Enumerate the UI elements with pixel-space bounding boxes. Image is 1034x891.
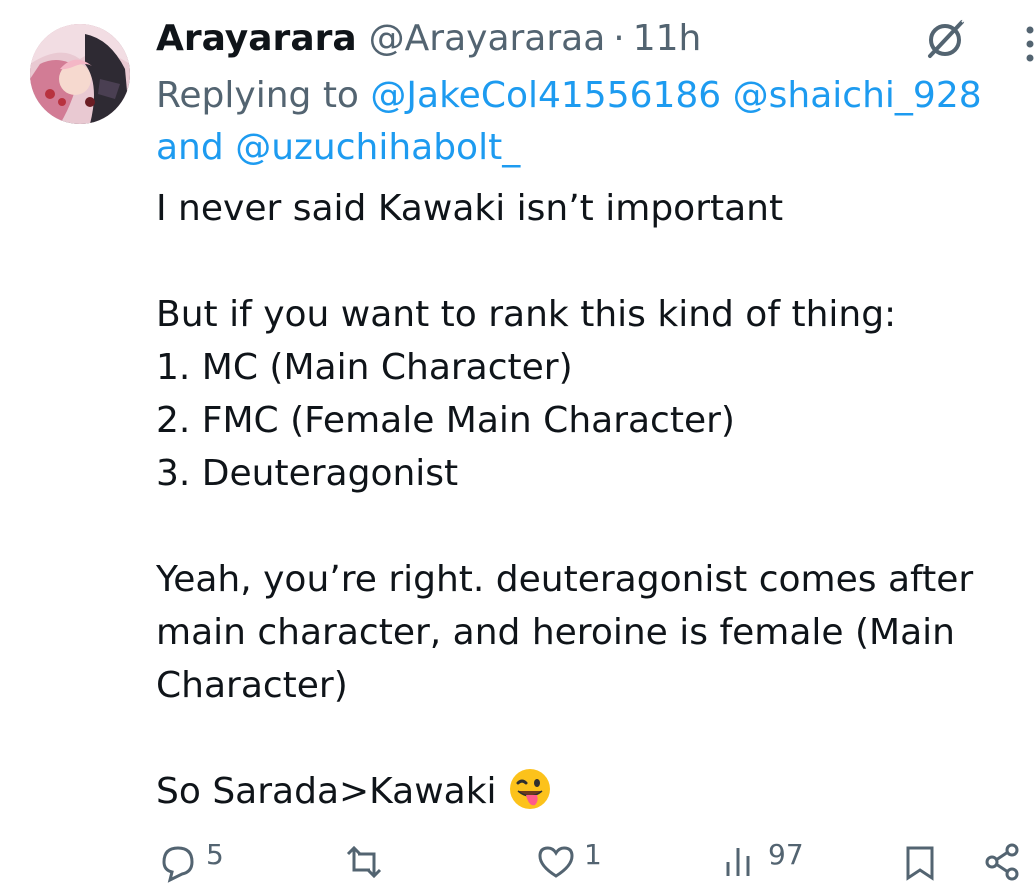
tweet-line: Yeah, you’re right. deuteragonist comes … (156, 559, 985, 706)
reply-button[interactable]: 5 (156, 840, 224, 891)
mention-link[interactable]: @shaichi_928 (733, 75, 982, 116)
tweet-line: 1. MC (Main Character) (156, 347, 573, 388)
avatar[interactable] (30, 24, 130, 124)
repost-icon (342, 840, 386, 891)
bookmark-icon (898, 840, 942, 891)
more-icon[interactable] (1020, 22, 1034, 66)
like-button[interactable]: 1 (534, 840, 602, 891)
tweet-line (156, 235, 1016, 288)
replying-to: Replying to @JakeCol41556186 @shaichi_92… (156, 70, 1016, 174)
tweet-line: But if you want to rank this kind of thi… (156, 294, 897, 335)
tweet-line (156, 712, 1016, 765)
like-icon (534, 840, 578, 891)
tweet-line-text: So Sarada>Kawaki (156, 771, 497, 812)
separator-dot: · (613, 18, 625, 59)
mention-and: and (156, 127, 224, 168)
user-handle[interactable]: @Arayararaa (369, 14, 606, 64)
tweet-line: 2. FMC (Female Main Character) (156, 400, 735, 441)
tweet-line: 3. Deuteragonist (156, 453, 459, 494)
views-button[interactable]: 97 (718, 840, 804, 891)
tweet[interactable]: Arayarara @Arayararaa · 11h Replying to … (0, 0, 1034, 883)
share-icon (982, 840, 1026, 891)
share-button[interactable] (982, 840, 1026, 891)
tweet-line (156, 500, 1016, 553)
timestamp[interactable]: 11h (633, 14, 702, 64)
tweet-line: I never said Kawaki isn’t important (156, 188, 784, 229)
tweet-text: I never said Kawaki isn’t important But … (156, 182, 1016, 818)
mention-link[interactable]: @JakeCol41556186 (370, 75, 721, 116)
display-name[interactable]: Arayarara (156, 14, 357, 64)
reply-icon (156, 840, 200, 891)
views-icon (718, 840, 762, 891)
winking-face-with-tongue-icon (508, 767, 552, 811)
grok-icon[interactable] (924, 16, 970, 62)
bookmark-button[interactable] (898, 840, 942, 891)
repost-button[interactable] (342, 840, 386, 891)
views-count: 97 (768, 838, 804, 871)
like-count: 1 (584, 838, 602, 871)
reply-count: 5 (206, 838, 224, 871)
tweet-line-last: So Sarada>Kawaki (156, 765, 1016, 818)
replying-to-prefix: Replying to (156, 75, 359, 116)
tweet-header: Arayarara @Arayararaa · 11h (156, 14, 701, 64)
mention-link[interactable]: @uzuchihabolt_ (235, 127, 520, 168)
action-bar: 5 1 97 (156, 840, 1034, 883)
